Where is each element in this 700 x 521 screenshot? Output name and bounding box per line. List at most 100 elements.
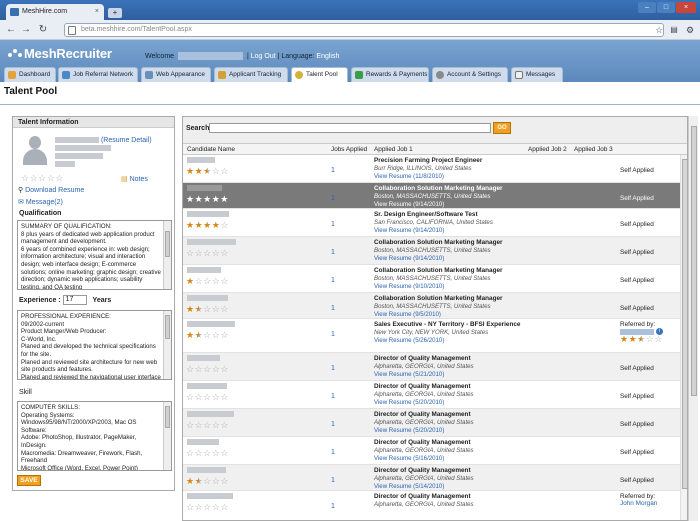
jobs-applied-count[interactable]: 1 xyxy=(331,477,335,484)
qualification-textarea[interactable]: SUMMARY OF QUALIFICATION: 8 plus years o… xyxy=(17,220,172,290)
column-applied-job-1[interactable]: Applied Job 1 xyxy=(374,144,413,155)
jobs-applied-count[interactable]: 1 xyxy=(331,249,335,256)
tab-dashboard[interactable]: Dashboard xyxy=(4,67,56,82)
tab-account-settings[interactable]: Account & Settings xyxy=(432,67,508,82)
scrollbar[interactable] xyxy=(163,311,171,379)
page-menu-icon[interactable]: ▤ xyxy=(668,24,680,36)
jobs-applied-count[interactable]: 1 xyxy=(331,167,335,174)
table-row[interactable]: ★★★☆☆ 1 Precision Farming Project Engineer… xyxy=(183,155,680,183)
candidate-rating[interactable]: ★☆☆☆☆ xyxy=(186,277,229,286)
candidate-rating[interactable]: ★★☆☆☆ xyxy=(186,331,229,340)
jobs-applied-count[interactable]: 1 xyxy=(331,331,335,338)
column-applied-job-2[interactable]: Applied Job 2 xyxy=(528,144,567,155)
scrollbar[interactable] xyxy=(163,221,171,289)
logout-link[interactable]: Log Out xyxy=(251,53,276,60)
forward-arrow-icon[interactable]: → xyxy=(20,24,32,36)
column-candidate-name[interactable]: Candidate Name xyxy=(187,144,235,155)
jobs-applied-count[interactable]: 1 xyxy=(331,277,335,284)
jobs-applied-count[interactable]: 1 xyxy=(331,365,335,372)
candidate-rating[interactable]: ☆☆☆☆☆ xyxy=(186,503,229,512)
browser-tab[interactable]: MeshHire.com × xyxy=(6,4,104,20)
table-row[interactable]: ☆☆☆☆☆ 1 Director of Quality Management Alph… xyxy=(183,353,680,381)
column-applied-job-3[interactable]: Applied Job 3 xyxy=(574,144,613,155)
table-row[interactable]: ★★★★☆ 1 Sr. Design Engineer/Software Test S… xyxy=(183,209,680,237)
table-row[interactable]: ★★★★★ 1 Collaboration Solution Marketing M… xyxy=(183,183,680,209)
view-resume-link[interactable]: View Resume (9/14/2010) xyxy=(374,255,444,262)
column-jobs-applied[interactable]: Jobs Applied xyxy=(331,144,367,155)
language-link[interactable]: English xyxy=(316,53,339,60)
table-row[interactable]: ★☆☆☆☆ 1 Collaboration Solution Marketing M… xyxy=(183,265,680,293)
close-tab-icon[interactable]: × xyxy=(95,4,99,20)
view-resume-link[interactable]: View Resume (11/8/2010) xyxy=(374,173,444,180)
view-resume-link[interactable]: View Resume (9/5/2010) xyxy=(374,311,441,318)
minimize-icon[interactable]: – xyxy=(638,2,656,13)
view-resume-link[interactable]: View Resume (9/14/2010) xyxy=(374,201,444,208)
table-row[interactable]: ☆☆☆☆☆ 1 Director of Quality Management Alph… xyxy=(183,491,680,520)
candidate-rating[interactable]: ★★★★☆ xyxy=(186,221,229,230)
list-scrollbar[interactable] xyxy=(680,155,687,520)
candidate-rating[interactable]: ★★★☆☆ xyxy=(186,167,229,176)
table-row[interactable]: ☆☆☆☆☆ 1 Director of Quality Management Alph… xyxy=(183,381,680,409)
view-resume-link[interactable]: View Resume (5/26/2010) xyxy=(374,337,444,344)
close-window-icon[interactable]: × xyxy=(676,2,696,13)
view-resume-link[interactable]: View Resume (9/14/2010) xyxy=(374,227,444,234)
tab-job-referral-network[interactable]: Job Referral Network xyxy=(58,67,138,82)
new-tab-button[interactable]: + xyxy=(108,8,122,18)
scrollbar[interactable] xyxy=(163,402,171,470)
tab-talent-pool[interactable]: Talent Pool xyxy=(291,67,348,82)
notes-link[interactable]: ▤ Notes xyxy=(121,175,148,183)
view-resume-link[interactable]: View Resume (5/21/2010) xyxy=(374,371,444,378)
maximize-icon[interactable]: □ xyxy=(657,2,675,13)
tab-applicant-tracking[interactable]: Applicant Tracking xyxy=(214,67,288,82)
candidate-rating[interactable]: ☆☆☆☆☆ xyxy=(186,393,229,402)
jobs-applied-count[interactable]: 1 xyxy=(331,221,335,228)
candidate-rating[interactable]: ☆☆☆☆☆ xyxy=(186,365,229,374)
candidate-rating[interactable]: ★★★★★ xyxy=(186,195,229,204)
download-label: Download Resume xyxy=(25,187,85,194)
go-button[interactable]: GO xyxy=(493,122,511,134)
save-button[interactable]: SAVE xyxy=(17,475,41,486)
jobs-applied-count[interactable]: 1 xyxy=(331,449,335,456)
jobs-applied-count[interactable]: 1 xyxy=(331,305,335,312)
candidate-rating[interactable]: ★★☆☆☆ xyxy=(186,305,229,314)
tab-messages[interactable]: Messages xyxy=(511,67,563,82)
view-resume-link[interactable]: View Resume (5/20/2010) xyxy=(374,427,444,434)
experience-textarea[interactable]: PROFESSIONAL EXPERIENCE: 09/2002-current… xyxy=(17,310,172,380)
job-location: Boston, MASSACHUSETTS, United States xyxy=(374,275,491,282)
tab-web-appearance[interactable]: Web Appearance xyxy=(141,67,211,82)
resume-detail-link[interactable]: (Resume Detail) xyxy=(101,137,152,144)
download-resume-link[interactable]: ⚲ Download Resume xyxy=(18,186,84,194)
candidate-rating[interactable]: ☆☆☆☆☆ xyxy=(186,449,229,458)
wrench-icon[interactable]: ⚙ xyxy=(684,24,696,36)
table-row[interactable]: ☆☆☆☆☆ 1 Director of Quality Management Alph… xyxy=(183,409,680,437)
view-resume-link[interactable]: View Resume (9/10/2010) xyxy=(374,283,444,290)
search-input[interactable] xyxy=(209,123,491,133)
logo[interactable]: MeshRecruiter xyxy=(8,46,112,61)
experience-years-input[interactable]: 17 xyxy=(62,295,87,305)
table-row[interactable]: ☆☆☆☆☆ 1 Collaboration Solution Marketing M… xyxy=(183,237,680,265)
table-row[interactable]: ☆☆☆☆☆ 1 Director of Quality Management Alph… xyxy=(183,437,680,465)
jobs-applied-count[interactable]: 1 xyxy=(331,393,335,400)
view-resume-link[interactable]: View Resume (5/16/2010) xyxy=(374,455,444,462)
jobs-applied-count[interactable]: 1 xyxy=(331,503,335,510)
jobs-applied-count[interactable]: 1 xyxy=(331,421,335,428)
referrer-link[interactable]: John Morgan xyxy=(620,500,657,507)
skill-textarea[interactable]: COMPUTER SKILLS: Operating Systems: Wind… xyxy=(17,401,172,471)
jobs-applied-count[interactable]: 1 xyxy=(331,195,335,202)
table-row[interactable]: ★★☆☆☆ 1 Director of Quality Management Alph… xyxy=(183,465,680,491)
candidate-rating[interactable]: ☆☆☆☆☆ xyxy=(186,249,229,258)
view-resume-link[interactable]: View Resume (5/20/2010) xyxy=(374,399,444,406)
reload-icon[interactable]: ↻ xyxy=(37,24,49,36)
view-resume-link[interactable]: View Resume (5/14/2010) xyxy=(374,483,444,490)
tab-rewards-payments[interactable]: Rewards & Payments xyxy=(351,67,429,82)
candidate-rating[interactable]: ☆☆☆☆☆ xyxy=(186,421,229,430)
page-scrollbar[interactable] xyxy=(688,116,698,521)
candidate-rating[interactable]: ☆☆☆☆☆ xyxy=(21,174,64,183)
table-row[interactable]: ★★☆☆☆ 1 Collaboration Solution Marketing M… xyxy=(183,293,680,319)
bookmark-star-icon[interactable]: ☆ xyxy=(653,24,665,36)
candidate-rating[interactable]: ★★☆☆☆ xyxy=(186,477,229,486)
message-link[interactable]: ✉ Message(2) xyxy=(18,198,63,206)
address-bar[interactable]: beta.meshhire.com/TalentPool.aspx xyxy=(64,23,664,37)
back-arrow-icon[interactable]: ← xyxy=(5,24,17,36)
table-row[interactable]: ★★☆☆☆ 1 Sales Executive - NY Territory - B… xyxy=(183,319,680,353)
